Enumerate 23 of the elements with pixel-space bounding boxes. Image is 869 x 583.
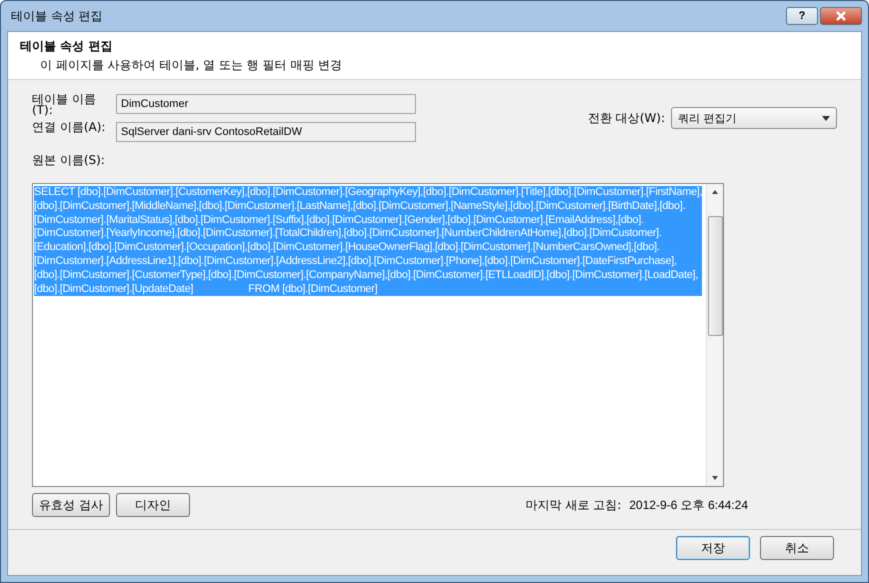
caret-icon: [822, 116, 830, 120]
refresh-time: 2012-9-6 오후 6:44:24: [629, 496, 748, 514]
scrollbar[interactable]: [706, 184, 723, 486]
page-title: 테이블 속성 편집: [20, 38, 114, 55]
dialog-button[interactable]: 저장: [676, 536, 750, 560]
tool-button[interactable]: 디자인: [116, 493, 190, 517]
field-label: 테이블 이름 (T):: [32, 94, 97, 116]
page-subtitle: 이 페이지를 사용하여 테이블, 열 또는 행 필터 매핑 변경: [39, 57, 344, 74]
dialog-button[interactable]: 취소: [760, 536, 834, 560]
field-label: 연결 이름(A):: [32, 122, 106, 133]
input-field[interactable]: SqlServer dani-srv ContosoRetailDW: [116, 122, 416, 142]
close-icon: [834, 10, 848, 22]
mode-dropdown[interactable]: 쿼리 편집기: [671, 107, 837, 129]
field-label: 원본 이름(S):: [32, 153, 105, 167]
query-text: SELECT [dbo].[DimCustomer].[CustomerKey],[dbo].[DimCustomer].[GeographyKey],[dbo].[DimCustomer].[Title],[dbo].[DimCustomer].[FirstName], [dbo].[DimCustomer].[MiddleName],[dbo].[DimCustomer].[LastName],[dbo].[DimCustomer].[NameStyle],[dbo].[DimCustomer].[BirthDate],[dbo]. [DimCustomer].[MaritalStatus],[dbo].[DimCustomer].[Suffix],[dbo].[DimCustomer].[Gender],[dbo].[DimCustomer].[EmailAddress],[dbo]. [DimCustomer].[YearlyIncome],[dbo].[DimCustomer].[TotalChildren],[dbo].[DimCustomer].[NumberChildrenAtHome],[dbo].[DimCustomer]. [Education],[dbo].[DimCustomer].[Occupation],[dbo].[DimCustomer].[HouseOwnerFlag],[dbo].[DimCustomer].[NumberCarsOwned],[dbo]. [DimCustomer].[AddressLine1],[dbo].[DimCustomer].[AddressLine2],[dbo].[DimCustomer].[Phone],[dbo].[DimCustomer].[DateFirstPurchase], [dbo].[DimCustomer].[CustomerType],[dbo].[DimCustomer].[CompanyName],[dbo].[DimCustomer].[ETLLoadID],[dbo].[DimCustomer].[LoadDate], [dbo].[DimCustomer].[UpdateDate] FROM [dbo].[DimCustomer]: [34, 186, 702, 296]
window-title: 테이블 속성 편집: [10, 8, 103, 24]
tool-button[interactable]: 유효성 검사: [32, 493, 110, 517]
refresh-label: 마지막 새로 고침:: [526, 496, 622, 514]
help-button[interactable]: ?: [786, 7, 818, 25]
input-field[interactable]: DimCustomer: [116, 94, 416, 114]
close-button[interactable]: [820, 7, 862, 25]
field-label: 전환 대상(W):: [588, 110, 665, 126]
scroll-thumb[interactable]: [708, 216, 722, 336]
